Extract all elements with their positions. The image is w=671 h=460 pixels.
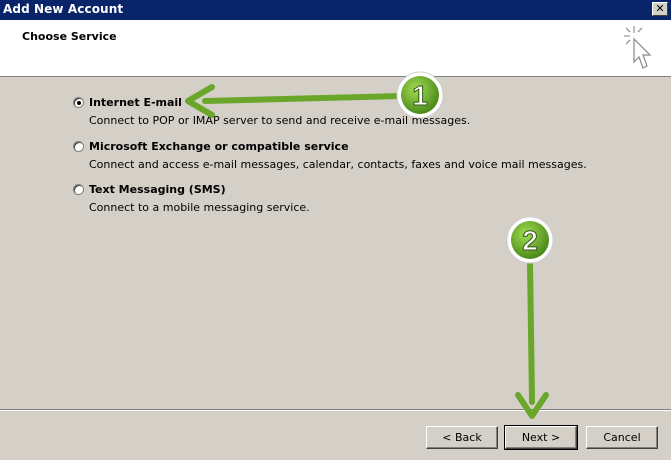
close-button[interactable]: ✕	[652, 2, 668, 16]
title-bar: Add New Account ✕	[0, 0, 671, 20]
sms-radio[interactable]	[73, 184, 84, 195]
page-title: Choose Service	[22, 30, 117, 43]
cancel-button[interactable]: Cancel	[586, 426, 658, 449]
annotation-bubble-2: 2	[506, 216, 554, 264]
sms-description: Connect to a mobile messaging service.	[89, 201, 310, 214]
internet-email-label[interactable]: Internet E-mail	[89, 96, 182, 109]
step-1-number: 1	[412, 80, 428, 111]
internet-email-description: Connect to POP or IMAP server to send an…	[89, 114, 471, 127]
exchange-radio[interactable]	[73, 141, 84, 152]
wizard-cursor-icon	[624, 26, 652, 69]
exchange-description: Connect and access e-mail messages, cale…	[89, 158, 587, 171]
annotation-arrow-1	[185, 84, 403, 118]
footer-separator	[0, 409, 671, 411]
annotation-arrow-2	[515, 259, 549, 419]
wizard-header: Choose Service	[0, 20, 671, 77]
sms-label[interactable]: Text Messaging (SMS)	[89, 183, 226, 196]
close-icon: ✕	[655, 2, 665, 15]
step-2-number: 2	[522, 225, 538, 256]
next-button[interactable]: Next >	[504, 425, 578, 450]
exchange-label[interactable]: Microsoft Exchange or compatible service	[89, 140, 349, 153]
internet-email-radio[interactable]	[73, 97, 84, 108]
back-button[interactable]: < Back	[426, 426, 498, 449]
annotation-bubble-1: 1	[396, 71, 444, 119]
window-title: Add New Account	[3, 2, 124, 16]
